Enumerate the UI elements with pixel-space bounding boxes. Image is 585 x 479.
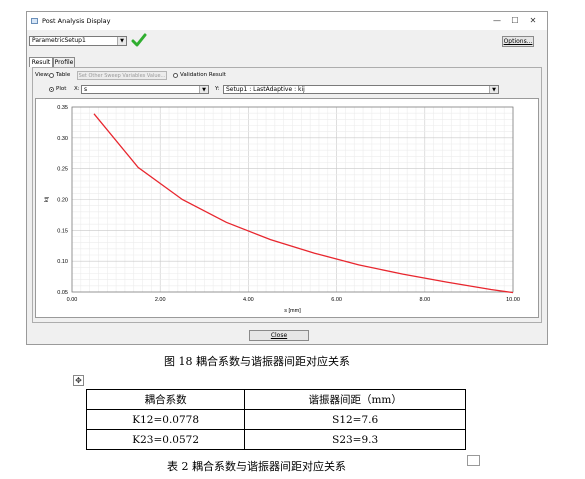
view-label: View: bbox=[35, 72, 50, 78]
move-handle-icon[interactable]: ✥ bbox=[73, 375, 84, 386]
x-tick-label: 0.00 bbox=[67, 297, 78, 303]
table-header-cell: 耦合系数 bbox=[85, 389, 246, 410]
y-tick-label: 0.20 bbox=[57, 198, 68, 204]
kij-vs-s-chart: 0.00 2.00 4.00 6.00 8.00 10.00 0.05 0.10 0.15 0.2… bbox=[44, 105, 520, 314]
x-tick-label: 10.00 bbox=[506, 297, 520, 303]
table-cell: K12=0.0778 bbox=[85, 409, 246, 430]
x-tick-label: 6.00 bbox=[331, 297, 342, 303]
close-button[interactable]: Close bbox=[249, 330, 309, 341]
options-button[interactable]: Options... bbox=[502, 36, 534, 47]
post-analysis-window: Post Analysis Display — ☐ ✕ ParametricSe… bbox=[26, 11, 548, 345]
sweep-variables-button[interactable]: Set Other Sweep Variables Value... bbox=[77, 71, 167, 80]
x-tick-label: 2.00 bbox=[155, 297, 166, 303]
plot-area: 0.00 2.00 4.00 6.00 8.00 10.00 0.05 0.10 0.15 0.2… bbox=[35, 98, 539, 318]
x-axis-select[interactable]: s ▼ bbox=[81, 85, 209, 94]
checkmark-icon bbox=[131, 33, 147, 47]
plot-radio[interactable] bbox=[49, 87, 54, 92]
maximize-button[interactable]: ☐ bbox=[507, 15, 523, 27]
table-cell: S23=9.3 bbox=[244, 429, 466, 450]
x-axis-select-value: s bbox=[84, 86, 88, 93]
x-tick-label: 4.00 bbox=[243, 297, 254, 303]
table-row: K23=0.0572 S23=9.3 bbox=[85, 429, 466, 450]
validation-radio-label: Validation Result bbox=[180, 72, 226, 78]
chevron-down-icon[interactable]: ▼ bbox=[489, 86, 498, 93]
table-caption: 表 2 耦合系数与谐振器间距对应关系 bbox=[167, 460, 346, 473]
table-radio[interactable] bbox=[49, 73, 54, 78]
table-header-row: 耦合系数 谐振器间距（mm） bbox=[85, 389, 466, 410]
y-tick-label: 0.25 bbox=[57, 167, 68, 173]
app-icon bbox=[31, 18, 38, 24]
x-axis-title: s [mm] bbox=[284, 308, 301, 314]
title-bar: Post Analysis Display — ☐ ✕ bbox=[27, 12, 547, 30]
coupling-table: 耦合系数 谐振器间距（mm） K12=0.0778 S12=7.6 K23=0.… bbox=[85, 389, 466, 450]
series-line-kij bbox=[93, 113, 514, 294]
chevron-down-icon[interactable]: ▼ bbox=[117, 37, 126, 45]
y-tick-label: 0.35 bbox=[57, 105, 68, 111]
setup-select-value: ParametricSetup1 bbox=[32, 37, 86, 44]
table-cell: K23=0.0572 bbox=[85, 429, 246, 450]
window-title: Post Analysis Display bbox=[42, 17, 111, 25]
y-tick-label: 0.30 bbox=[57, 136, 68, 142]
plot-radio-label: Plot bbox=[56, 86, 67, 92]
x-axis-label: X: bbox=[74, 86, 80, 92]
chevron-down-icon[interactable]: ▼ bbox=[199, 86, 208, 93]
y-tick-label: 0.05 bbox=[57, 290, 68, 296]
validation-radio[interactable] bbox=[173, 73, 178, 78]
y-axis-select[interactable]: Setup1 : LastAdaptive : kij ▼ bbox=[223, 85, 499, 94]
y-tick-label: 0.15 bbox=[57, 228, 68, 234]
close-window-button[interactable]: ✕ bbox=[525, 15, 541, 27]
figure-caption: 图 18 耦合系数与谐振器间距对应关系 bbox=[164, 355, 350, 368]
y-axis-label: Y: bbox=[215, 86, 220, 92]
table-row: K12=0.0778 S12=7.6 bbox=[85, 409, 466, 430]
tab-result[interactable]: Result bbox=[29, 57, 53, 67]
resize-handle[interactable] bbox=[467, 455, 480, 466]
minimize-button[interactable]: — bbox=[489, 15, 505, 27]
table-header-cell: 谐振器间距（mm） bbox=[244, 389, 466, 410]
y-axis-select-value: Setup1 : LastAdaptive : kij bbox=[226, 86, 305, 93]
y-axis-title: kij bbox=[44, 197, 50, 202]
table-radio-label: Table bbox=[56, 72, 71, 78]
table-cell: S12=7.6 bbox=[244, 409, 466, 430]
x-tick-label: 8.00 bbox=[419, 297, 430, 303]
tab-profile[interactable]: Profile bbox=[53, 57, 75, 67]
y-tick-label: 0.10 bbox=[57, 259, 68, 265]
setup-select[interactable]: ParametricSetup1 ▼ bbox=[29, 36, 127, 46]
